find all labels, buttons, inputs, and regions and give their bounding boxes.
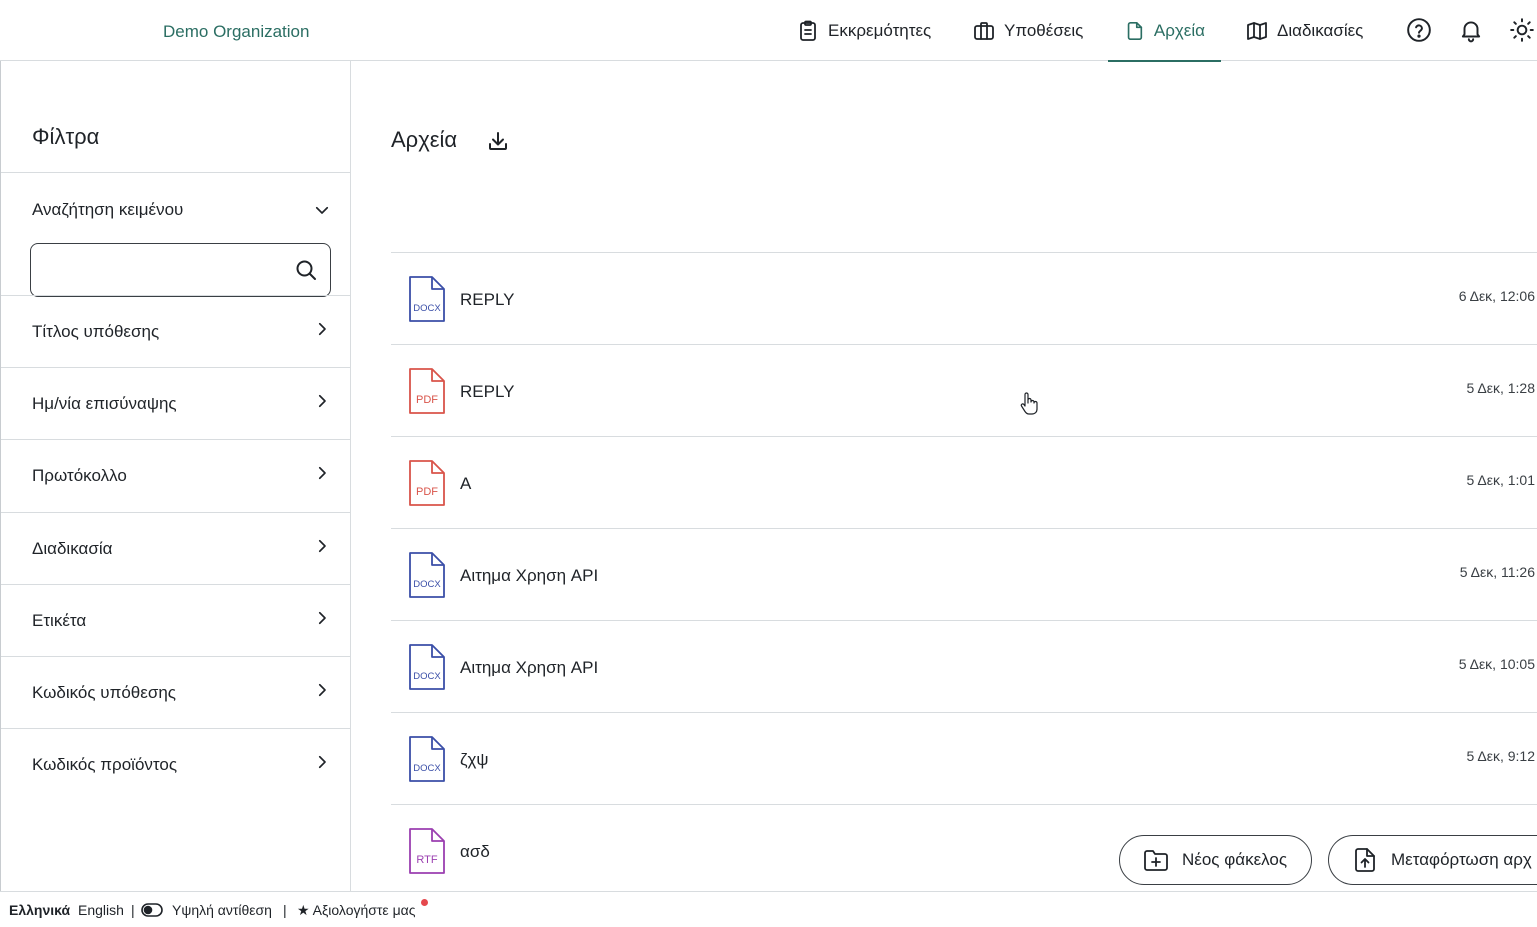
top-bar: Demo Organization Εκκρεμότητες Υποθέσεις… bbox=[0, 0, 1537, 62]
filter-label: Πρωτόκολλο bbox=[32, 466, 127, 485]
chevron-down-icon[interactable] bbox=[313, 201, 331, 219]
file-date: 5 Δεκ, 9:12 bbox=[1466, 748, 1535, 764]
file-date: 6 Δεκ, 12:06 bbox=[1458, 288, 1535, 304]
new-folder-label: Νέος φάκελος bbox=[1182, 850, 1288, 869]
text-search-input[interactable] bbox=[41, 256, 281, 284]
footer: Ελληνικά English | Υψηλή αντίθεση | ★ Αξ… bbox=[0, 891, 1537, 927]
file-row[interactable]: PDF A 5 Δεκ, 1:01 bbox=[391, 436, 1537, 528]
filter-case-title[interactable]: Τίτλος υπόθεσης bbox=[1, 295, 351, 367]
notification-dot bbox=[421, 899, 428, 906]
filter-product-code[interactable]: Κωδικός προϊόντος bbox=[1, 728, 351, 800]
tab-cases[interactable]: Υποθέσεις bbox=[972, 0, 1083, 61]
docx-file-icon: DOCX bbox=[409, 644, 445, 690]
filter-procedure[interactable]: Διαδικασία bbox=[1, 512, 351, 584]
help-icon[interactable] bbox=[1406, 17, 1432, 43]
filter-tag[interactable]: Ετικέτα bbox=[1, 584, 351, 656]
file-row[interactable]: DOCX ζχψ 5 Δεκ, 9:12 bbox=[391, 712, 1537, 804]
hand-cursor-icon bbox=[1020, 392, 1038, 415]
tab-pending-label: Εκκρεμότητες bbox=[828, 20, 932, 40]
folder-plus-icon bbox=[1144, 850, 1168, 871]
tab-procedures[interactable]: Διαδικασίες bbox=[1245, 0, 1363, 61]
svg-text:RTF: RTF bbox=[416, 854, 437, 866]
chevron-right-icon bbox=[318, 683, 326, 697]
pdf-file-icon: PDF bbox=[409, 460, 445, 506]
file-name[interactable]: ζχψ bbox=[460, 750, 489, 770]
tab-pending[interactable]: Εκκρεμότητες bbox=[796, 0, 931, 61]
file-name[interactable]: REPLY bbox=[460, 382, 515, 402]
rtf-file-icon: RTF bbox=[409, 828, 445, 874]
svg-text:DOCX: DOCX bbox=[413, 763, 441, 774]
chevron-right-icon bbox=[318, 394, 326, 408]
filter-label: Τίτλος υπόθεσης bbox=[32, 322, 160, 341]
page-title: Αρχεία bbox=[391, 127, 458, 152]
chevron-right-icon bbox=[318, 611, 326, 625]
chevron-right-icon bbox=[318, 539, 326, 553]
toggle-icon[interactable] bbox=[141, 903, 163, 917]
new-folder-button[interactable]: Νέος φάκελος bbox=[1119, 835, 1312, 885]
rate-us-link[interactable]: ★ Αξιολογήστε μας bbox=[297, 902, 415, 919]
file-row[interactable]: DOCX Αιτημα Χρηση API 5 Δεκ, 11:26 bbox=[391, 528, 1537, 620]
file-date: 5 Δεκ, 10:05 bbox=[1458, 656, 1535, 672]
file-date: 5 Δεκ, 1:28 bbox=[1466, 380, 1535, 396]
bell-icon[interactable] bbox=[1458, 17, 1484, 43]
sun-icon[interactable] bbox=[1509, 17, 1535, 43]
chevron-right-icon bbox=[318, 755, 326, 769]
separator: | bbox=[131, 902, 135, 918]
svg-text:DOCX: DOCX bbox=[413, 671, 441, 682]
upload-label: Μεταφόρτωση αρχ bbox=[1391, 850, 1532, 869]
file-list: DOCX REPLY 6 Δεκ, 12:06 PDF REPLY 5 Δεκ,… bbox=[391, 252, 1537, 896]
docx-file-icon: DOCX bbox=[409, 276, 445, 322]
filter-case-code[interactable]: Κωδικός υπόθεσης bbox=[1, 656, 351, 728]
filter-label: Ετικέτα bbox=[32, 611, 87, 630]
text-search-box bbox=[30, 243, 331, 297]
upload-file-icon bbox=[1355, 848, 1375, 872]
file-icon bbox=[1127, 21, 1143, 40]
file-name[interactable]: Αιτημα Χρηση API bbox=[460, 658, 598, 678]
filter-label: Ημ/νία επισύναψης bbox=[32, 394, 177, 413]
filter-text-search-label[interactable]: Αναζήτηση κειμένου bbox=[32, 200, 183, 220]
filter-label: Κωδικός υπόθεσης bbox=[32, 683, 176, 702]
clipboard-icon bbox=[800, 20, 816, 41]
svg-text:PDF: PDF bbox=[416, 394, 438, 406]
filter-label: Διαδικασία bbox=[32, 539, 113, 558]
file-name[interactable]: Αιτημα Χρηση API bbox=[460, 566, 598, 586]
file-name[interactable]: ασδ bbox=[460, 842, 490, 862]
svg-text:DOCX: DOCX bbox=[413, 579, 441, 590]
pdf-file-icon: PDF bbox=[409, 368, 445, 414]
file-date: 5 Δεκ, 1:01 bbox=[1466, 472, 1535, 488]
search-icon[interactable] bbox=[294, 258, 318, 282]
high-contrast-label[interactable]: Υψηλή αντίθεση bbox=[172, 902, 272, 918]
separator: | bbox=[283, 902, 287, 918]
file-row[interactable]: PDF REPLY 5 Δεκ, 1:28 bbox=[391, 344, 1537, 436]
filter-label: Κωδικός προϊόντος bbox=[32, 755, 178, 774]
lang-greek[interactable]: Ελληνικά bbox=[9, 902, 70, 918]
chevron-right-icon bbox=[318, 466, 326, 480]
svg-text:PDF: PDF bbox=[416, 486, 438, 498]
file-date: 5 Δεκ, 11:26 bbox=[1459, 564, 1535, 580]
file-row[interactable]: DOCX Αιτημα Χρηση API 5 Δεκ, 10:05 bbox=[391, 620, 1537, 712]
upload-button[interactable]: Μεταφόρτωση αρχ bbox=[1328, 835, 1537, 885]
file-name[interactable]: REPLY bbox=[460, 290, 515, 310]
tab-files[interactable]: Αρχεία bbox=[1108, 0, 1221, 62]
lang-english[interactable]: English bbox=[78, 902, 124, 918]
filters-sidebar: Φίλτρα Αναζήτηση κειμένου Τίτλος υπόθεση… bbox=[0, 61, 351, 891]
tab-procedures-label: Διαδικασίες bbox=[1277, 20, 1364, 40]
tab-cases-label: Υποθέσεις bbox=[1004, 20, 1084, 40]
download-icon[interactable] bbox=[486, 129, 510, 153]
chevron-right-icon bbox=[318, 322, 326, 336]
filter-attach-date[interactable]: Ημ/νία επισύναψης bbox=[1, 367, 351, 439]
file-name[interactable]: A bbox=[460, 474, 471, 494]
filters-title: Φίλτρα bbox=[32, 124, 100, 149]
tab-files-label: Αρχεία bbox=[1153, 20, 1205, 40]
map-icon bbox=[1247, 21, 1267, 40]
org-name[interactable]: Demo Organization bbox=[163, 22, 309, 42]
briefcase-icon bbox=[974, 21, 994, 40]
filter-protocol[interactable]: Πρωτόκολλο bbox=[1, 439, 351, 512]
docx-file-icon: DOCX bbox=[409, 736, 445, 782]
file-row[interactable]: DOCX REPLY 6 Δεκ, 12:06 bbox=[391, 252, 1537, 344]
docx-file-icon: DOCX bbox=[409, 552, 445, 598]
svg-text:DOCX: DOCX bbox=[413, 303, 441, 314]
